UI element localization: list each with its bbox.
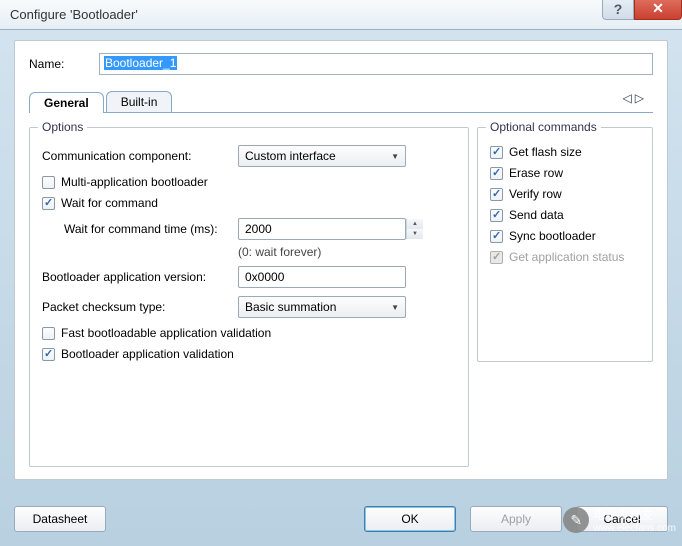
app-version-row: Bootloader application version:: [42, 265, 456, 289]
bootloader-validation-checkbox[interactable]: Bootloader application validation: [42, 347, 456, 361]
checkbox-icon: [490, 251, 503, 264]
tab-content: Options Communication component: Custom …: [29, 113, 653, 467]
name-input[interactable]: Bootloader_1: [99, 53, 653, 75]
wait-time-row: Wait for command time (ms): ▲ ▼: [64, 217, 456, 241]
get-flash-size-label: Get flash size: [509, 145, 582, 159]
wait-cmd-checkbox[interactable]: Wait for command: [42, 196, 456, 210]
wait-time-input[interactable]: ▲ ▼: [238, 218, 406, 240]
tab-builtin[interactable]: Built-in: [106, 91, 173, 112]
tabs-nav[interactable]: ◁▷: [623, 91, 647, 105]
ok-button[interactable]: OK: [364, 506, 456, 532]
nav-left-icon[interactable]: ◁: [623, 91, 635, 105]
apply-button: Apply: [470, 506, 562, 532]
name-value: Bootloader_1: [104, 56, 177, 70]
checksum-label: Packet checksum type:: [42, 300, 238, 314]
erase-row-label: Erase row: [509, 166, 563, 180]
window-title: Configure 'Bootloader': [10, 7, 138, 22]
fast-validation-label: Fast bootloadable application validation: [61, 326, 271, 340]
nav-right-icon[interactable]: ▷: [635, 91, 647, 105]
watermark-url: www.elecfans.com: [593, 523, 676, 534]
checkbox-icon: [490, 209, 503, 222]
checkbox-icon: [490, 167, 503, 180]
checkbox-icon: [42, 176, 55, 189]
get-flash-size-checkbox[interactable]: Get flash size: [490, 145, 640, 159]
app-version-label: Bootloader application version:: [42, 270, 238, 284]
multi-app-checkbox[interactable]: Multi-application bootloader: [42, 175, 456, 189]
optcmds-title: Optional commands: [486, 120, 601, 134]
wait-time-hint: (0: wait forever): [238, 245, 456, 259]
spin-up-icon[interactable]: ▲: [407, 219, 423, 229]
spin-down-icon[interactable]: ▼: [407, 229, 423, 239]
watermark-icon: ✎: [563, 507, 589, 533]
checkbox-icon: [42, 197, 55, 210]
outer-frame: Name: Bootloader_1 General Built-in ◁▷ O…: [14, 40, 668, 480]
comm-component-value: Custom interface: [245, 149, 336, 163]
erase-row-checkbox[interactable]: Erase row: [490, 166, 640, 180]
help-button[interactable]: ?: [602, 0, 634, 20]
watermark: ✎ 电子发烧友 www.elecfans.com: [563, 506, 676, 534]
sync-bootloader-checkbox[interactable]: Sync bootloader: [490, 229, 640, 243]
dialog-body: Name: Bootloader_1 General Built-in ◁▷ O…: [0, 30, 682, 490]
checkbox-icon: [42, 327, 55, 340]
options-group: Options Communication component: Custom …: [29, 127, 469, 467]
verify-row-label: Verify row: [509, 187, 562, 201]
optional-commands-group: Optional commands Get flash size Erase r…: [477, 127, 653, 362]
checksum-combo[interactable]: Basic summation ▼: [238, 296, 406, 318]
wait-cmd-label: Wait for command: [61, 196, 158, 210]
multi-app-label: Multi-application bootloader: [61, 175, 208, 189]
checkbox-icon: [490, 188, 503, 201]
bootloader-validation-label: Bootloader application validation: [61, 347, 234, 361]
options-title: Options: [38, 120, 87, 134]
close-button[interactable]: ✕: [634, 0, 682, 20]
checkbox-icon: [490, 146, 503, 159]
wait-time-label: Wait for command time (ms):: [64, 222, 238, 236]
checksum-row: Packet checksum type: Basic summation ▼: [42, 295, 456, 319]
comm-component-row: Communication component: Custom interfac…: [42, 144, 456, 168]
sync-bootloader-label: Sync bootloader: [509, 229, 596, 243]
app-version-input[interactable]: [238, 266, 406, 288]
checkbox-icon: [490, 230, 503, 243]
fast-validation-checkbox[interactable]: Fast bootloadable application validation: [42, 326, 456, 340]
verify-row-checkbox[interactable]: Verify row: [490, 187, 640, 201]
comm-component-combo[interactable]: Custom interface ▼: [238, 145, 406, 167]
get-app-status-checkbox: Get application status: [490, 250, 640, 264]
titlebar-buttons: ? ✕: [602, 0, 682, 20]
checksum-value: Basic summation: [245, 300, 336, 314]
get-app-status-label: Get application status: [509, 250, 624, 264]
checkbox-icon: [42, 348, 55, 361]
spinner-buttons: ▲ ▼: [406, 219, 423, 239]
name-row: Name: Bootloader_1: [29, 53, 653, 75]
send-data-checkbox[interactable]: Send data: [490, 208, 640, 222]
datasheet-button[interactable]: Datasheet: [14, 506, 106, 532]
tab-general[interactable]: General: [29, 92, 104, 113]
watermark-text: 电子发烧友: [593, 506, 676, 523]
chevron-down-icon: ▼: [391, 303, 399, 312]
wait-time-value[interactable]: [239, 222, 406, 236]
comm-component-label: Communication component:: [42, 149, 238, 163]
send-data-label: Send data: [509, 208, 564, 222]
titlebar: Configure 'Bootloader' ? ✕: [0, 0, 682, 30]
name-label: Name:: [29, 57, 99, 71]
tabs-row: General Built-in ◁▷: [29, 89, 653, 113]
chevron-down-icon: ▼: [391, 152, 399, 161]
